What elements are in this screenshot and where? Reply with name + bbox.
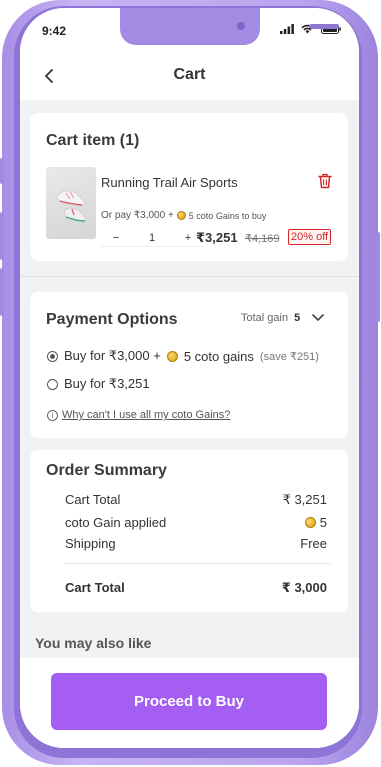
radio-selected[interactable] [47, 350, 58, 362]
total-gain-toggle[interactable]: Total gain 5 [241, 312, 325, 324]
summary-divider [65, 563, 331, 564]
coin-icon [304, 517, 316, 528]
item-mrp: ₹4,169 [245, 233, 280, 245]
nav-bar: Cart [20, 52, 359, 100]
coin-icon [176, 211, 186, 220]
you-may-also-like-heading: You may also like [35, 635, 152, 651]
trash-icon [318, 173, 332, 189]
order-summary-title: Order Summary [46, 462, 167, 479]
alt-payment-prefix: Or pay ₹3,000 + [101, 210, 174, 221]
option1-coins: 5 coto gains [183, 348, 254, 364]
qty-value: 1 [148, 231, 156, 244]
summary-row-shipping: Shipping Free [65, 536, 327, 551]
summary-value: 5 [319, 515, 327, 530]
camera-dot [237, 22, 245, 30]
phone-screen: 9:42 Cart Cart item (1) Running Trail Ai… [20, 8, 359, 748]
payment-option-coins[interactable]: Buy for ₹3,000 + 5 coto gains (save ₹251… [47, 348, 319, 364]
page-title: Cart [173, 66, 206, 83]
summary-value: ₹ 3,251 [282, 492, 327, 507]
summary-row-cart-total: Cart Total ₹ 3,251 [65, 492, 327, 508]
summary-row-grand-total: Cart Total ₹ 3,000 [65, 580, 327, 596]
alt-payment-suffix: 5 coto Gains to buy [188, 210, 267, 221]
signal-icon [280, 24, 294, 34]
status-time: 9:42 [42, 24, 67, 38]
payment-option-full[interactable]: Buy for ₹3,251 [47, 376, 150, 392]
phone-side-button-left-3 [0, 268, 4, 316]
summary-label: Cart Total [65, 492, 121, 507]
phone-side-button-right [376, 232, 380, 322]
summary-value: Free [300, 536, 327, 551]
shoe-image [55, 190, 87, 223]
discount-badge: 20% off [288, 229, 332, 245]
summary-coin-value: 5 [304, 515, 327, 530]
chevron-down-icon [312, 314, 325, 321]
info-icon: i [47, 409, 58, 421]
item-price: ₹3,251 [196, 230, 238, 245]
summary-total-value: ₹ 3,000 [281, 580, 327, 595]
proceed-to-buy-button[interactable]: Proceed to Buy [51, 673, 327, 730]
delete-button[interactable] [318, 173, 334, 189]
section-divider [20, 276, 359, 277]
total-gain-label: Total gain [241, 312, 289, 324]
why-coins-text: Why can't I use all my coto Gains? [62, 409, 231, 421]
quantity-stepper: − 1 + [101, 229, 203, 247]
summary-total-label: Cart Total [65, 580, 125, 595]
option2-label: Buy for ₹3,251 [64, 376, 150, 391]
option1-save-note: (save ₹251) [259, 350, 319, 363]
alt-payment-text: Or pay ₹3,000 + 5 coto Gains to buy [101, 210, 266, 221]
product-image[interactable] [46, 167, 96, 239]
cart-section-title: Cart item (1) [46, 132, 140, 149]
speaker-grille [309, 24, 339, 29]
summary-label: Shipping [65, 536, 116, 551]
why-coins-link[interactable]: i Why can't I use all my coto Gains? [47, 409, 230, 421]
coin-icon [166, 350, 178, 362]
summary-row-coin-gain: coto Gain applied 5 [65, 515, 327, 530]
payment-section-title: Payment Options [46, 311, 178, 328]
qty-decrease-button[interactable]: − [101, 232, 131, 244]
phone-side-button-left-2 [0, 212, 4, 260]
phone-notch [120, 8, 339, 45]
phone-side-button-left-1 [0, 158, 4, 184]
total-gain-value: 5 [294, 312, 301, 324]
product-name[interactable]: Running Trail Air Sports [101, 175, 238, 190]
summary-label: coto Gain applied [65, 515, 167, 530]
option1-label: Buy for ₹3,000 + [64, 348, 161, 363]
radio-unselected[interactable] [47, 378, 58, 390]
